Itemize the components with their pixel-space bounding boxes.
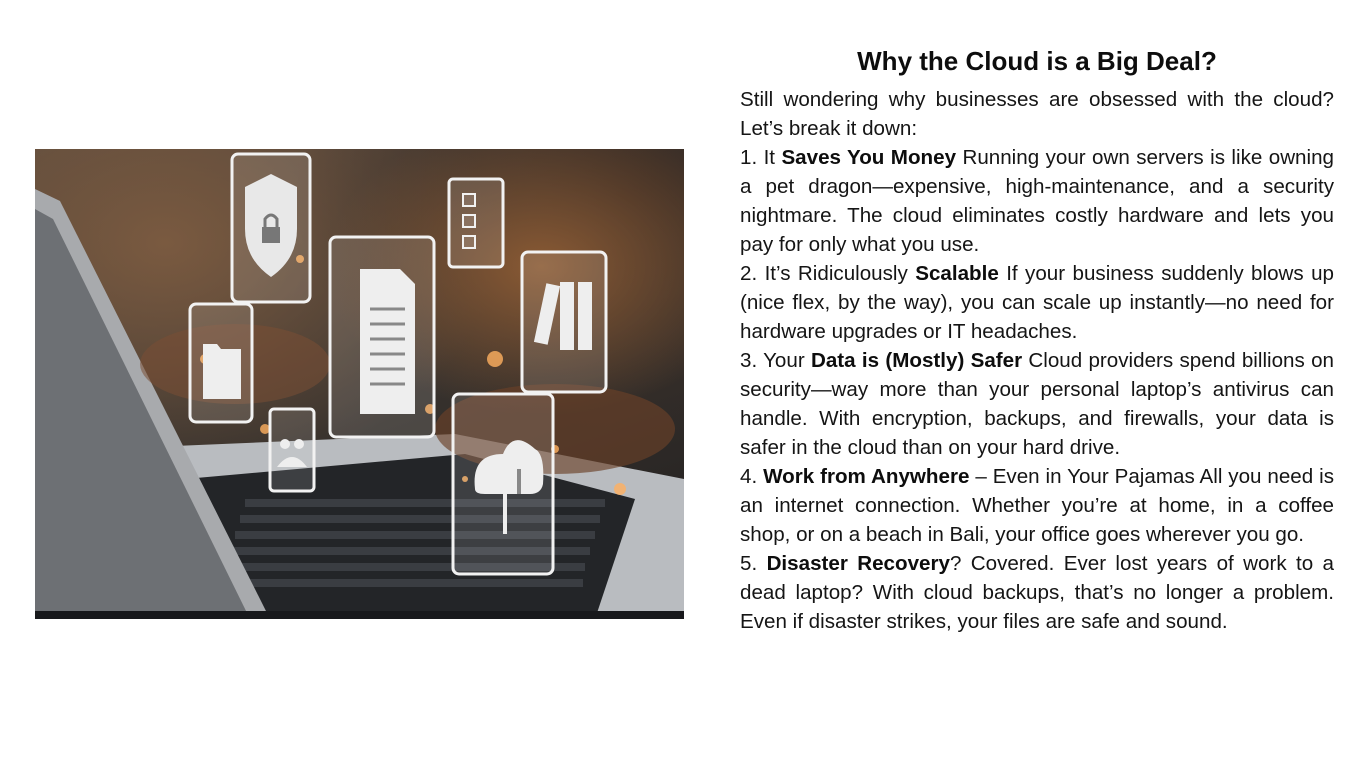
article: Why the Cloud is a Big Deal? Still wonde… [740,44,1334,636]
point-heading: Disaster Recovery [766,552,950,575]
point-heading: Work from Anywhere [763,465,970,488]
point-heading: Data is (Mostly) Safer [810,349,1023,372]
point-prefix: 4. [740,465,764,488]
list-item: 4. Work from Anywhere – Even in Your Paj… [740,462,1334,549]
point-prefix: 2. It’s Ridiculously [740,262,916,285]
list-item: 5. Disaster Recovery? Covered. Ever lost… [740,549,1334,636]
folder-icon [188,302,254,424]
point-heading: Saves You Money [781,146,957,169]
document-icon [328,235,436,439]
cloud-technology-photo [35,149,684,619]
point-prefix: 3. Your [740,349,811,372]
point-prefix: 5. [740,552,767,575]
binders-icon [520,250,608,394]
point-prefix: 1. It [740,146,782,169]
list-item: 2. It’s Ridiculously Scalable If your bu… [740,259,1334,346]
cloud-transfer-icon [451,392,555,576]
article-title: Why the Cloud is a Big Deal? [857,46,1217,76]
article-intro: Still wondering why businesses are obses… [740,88,1334,140]
list-item: 3. Your Data is (Mostly) Safer Cloud pro… [740,346,1334,462]
photo-bottom-strip [35,611,684,619]
security-shield-lock-icon [230,152,312,304]
point-heading: Scalable [915,262,999,285]
users-group-icon [268,407,316,493]
checklist-icon [447,177,505,269]
list-item: 1. It Saves You Money Running your own s… [740,143,1334,259]
